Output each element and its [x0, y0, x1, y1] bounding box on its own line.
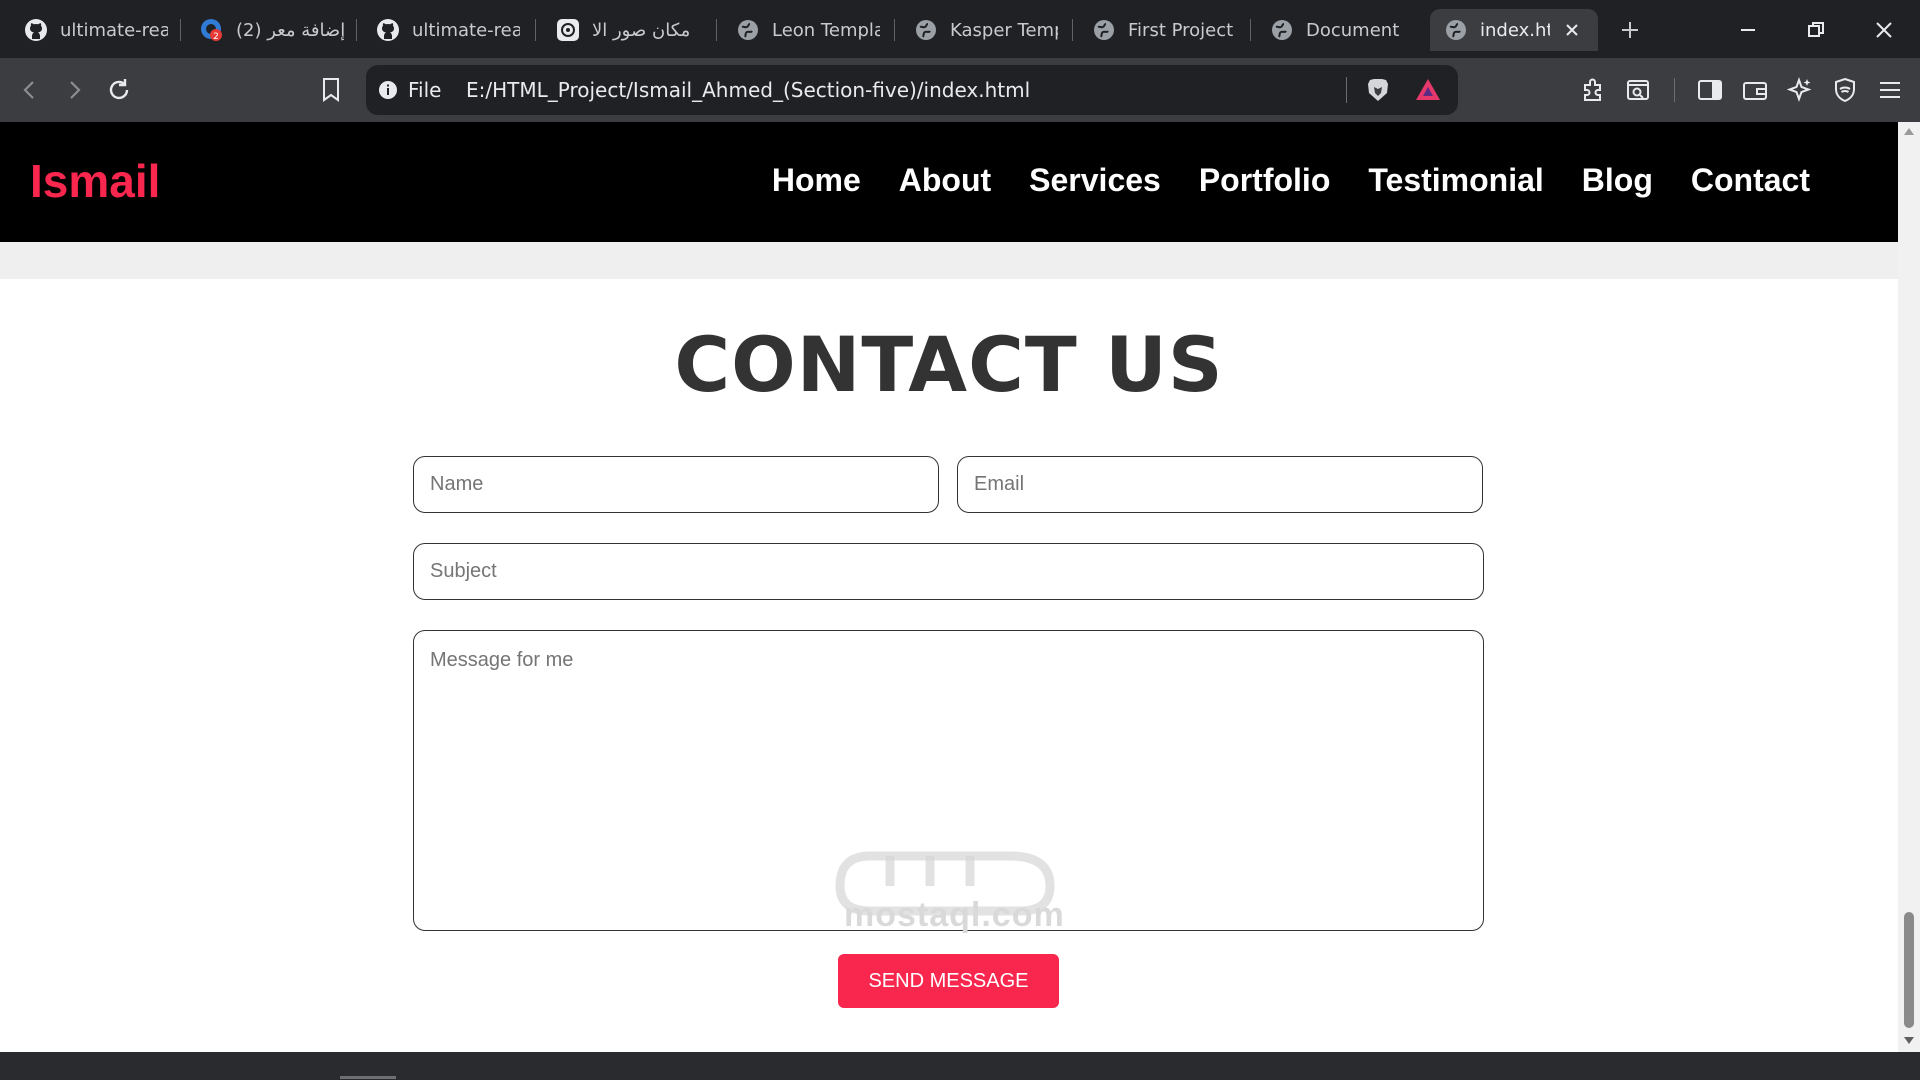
close-window-icon[interactable] — [1866, 12, 1902, 48]
section-divider-strip — [0, 242, 1898, 279]
toolbar-divider — [1674, 78, 1675, 102]
openai-icon — [556, 18, 580, 42]
nav-testimonial[interactable]: Testimonial — [1368, 162, 1543, 199]
tab-divider — [356, 19, 357, 41]
info-icon — [378, 80, 398, 100]
tab-label: ultimate-reac — [60, 19, 168, 41]
tab-divider — [180, 19, 181, 41]
extensions-icon[interactable] — [1575, 72, 1611, 108]
bookmark-icon[interactable] — [313, 72, 349, 108]
browser-tab[interactable]: 2 (2) إضافة معر — [186, 9, 356, 51]
contact-title: CONTACT US — [674, 320, 1224, 409]
brave-rewards-icon[interactable] — [1414, 76, 1442, 104]
tab-label: Document — [1306, 19, 1400, 41]
forward-icon[interactable] — [56, 72, 92, 108]
omnibox-divider — [1346, 77, 1347, 103]
scheme-label: File — [408, 78, 442, 102]
scroll-down-icon[interactable] — [1902, 1034, 1916, 1048]
site-logo[interactable]: Ismail — [30, 154, 160, 208]
browser-tab-active[interactable]: index.htr — [1430, 9, 1598, 51]
tab-label: First Project — [1128, 19, 1234, 41]
browser-tab[interactable]: ultimate-reac — [362, 9, 532, 51]
tab-label: (2) إضافة معر — [236, 19, 344, 41]
name-input[interactable] — [413, 456, 939, 513]
vpn-shield-icon[interactable] — [1827, 72, 1863, 108]
globe-icon — [1270, 18, 1294, 42]
restore-icon[interactable] — [1798, 12, 1834, 48]
url-text[interactable]: E:/HTML_Project/Ismail_Ahmed_(Section-fi… — [466, 78, 1030, 102]
browser-toolbar: File E:/HTML_Project/Ismail_Ahmed_(Secti… — [0, 58, 1920, 122]
message-textarea[interactable] — [413, 630, 1484, 931]
tab-divider — [1250, 19, 1251, 41]
tab-label: Kasper Temp — [950, 19, 1058, 41]
reload-icon[interactable] — [101, 72, 137, 108]
browser-tab[interactable]: Kasper Temp — [900, 9, 1070, 51]
tab-label: ultimate-reac — [412, 19, 520, 41]
tab-label: Leon Templat — [772, 19, 880, 41]
email-input[interactable] — [957, 456, 1483, 513]
scrollbar-thumb[interactable] — [1904, 912, 1914, 1028]
globe-icon — [1092, 18, 1116, 42]
browser-tab[interactable]: Leon Templat — [722, 9, 892, 51]
globe-icon — [736, 18, 760, 42]
tab-label: مكان صور الا — [592, 19, 691, 41]
browser-tab[interactable]: ultimate-reac — [10, 9, 180, 51]
leo-ai-icon[interactable] — [1782, 72, 1818, 108]
browser-tab[interactable]: مكان صور الا — [542, 9, 714, 51]
browser-tab[interactable]: First Project — [1078, 9, 1250, 51]
subject-input[interactable] — [413, 543, 1484, 600]
tab-divider — [535, 19, 536, 41]
globe-icon — [914, 18, 938, 42]
tab-divider — [894, 19, 895, 41]
tab-label: index.htr — [1480, 19, 1550, 41]
tab-divider — [716, 19, 717, 41]
back-icon[interactable] — [12, 72, 48, 108]
page-scrollbar[interactable] — [1898, 122, 1920, 1052]
menu-icon[interactable] — [1872, 72, 1908, 108]
send-message-button[interactable]: SEND MESSAGE — [838, 954, 1059, 1008]
browser-tab-strip: ultimate-reac 2 (2) إضافة معر ultimate-r… — [0, 0, 1920, 58]
wallet-icon[interactable] — [1737, 72, 1773, 108]
mostaql-icon: 2 — [200, 18, 224, 42]
nav-portfolio[interactable]: Portfolio — [1199, 162, 1331, 199]
nav-contact[interactable]: Contact — [1691, 162, 1810, 199]
bottom-indicator — [340, 1076, 396, 1079]
nav-about[interactable]: About — [899, 162, 991, 199]
address-bar[interactable]: File E:/HTML_Project/Ismail_Ahmed_(Secti… — [366, 65, 1458, 115]
scroll-up-icon[interactable] — [1902, 124, 1916, 138]
github-icon — [24, 18, 48, 42]
browser-tab[interactable]: Document — [1256, 9, 1426, 51]
sidebar-icon[interactable] — [1692, 72, 1728, 108]
minimize-icon[interactable] — [1730, 12, 1766, 48]
brave-shields-icon[interactable] — [1364, 76, 1392, 104]
nav-home[interactable]: Home — [772, 162, 861, 199]
nav-services[interactable]: Services — [1029, 162, 1161, 199]
nav-blog[interactable]: Blog — [1582, 162, 1653, 199]
window-bottom-bar — [0, 1052, 1920, 1080]
site-info[interactable]: File — [378, 78, 441, 102]
watermark-text: mostaql.com — [844, 896, 1065, 934]
new-tab-icon[interactable] — [1612, 12, 1648, 48]
globe-icon — [1444, 18, 1468, 42]
main-nav: Home About Services Portfolio Testimonia… — [772, 162, 1810, 199]
tab-badge: 2 — [213, 32, 219, 42]
reader-view-icon[interactable] — [1620, 72, 1656, 108]
github-icon — [376, 18, 400, 42]
tab-close-icon[interactable] — [1564, 22, 1580, 38]
tab-divider — [1072, 19, 1073, 41]
site-header: Ismail Home About Services Portfolio Tes… — [0, 122, 1898, 242]
